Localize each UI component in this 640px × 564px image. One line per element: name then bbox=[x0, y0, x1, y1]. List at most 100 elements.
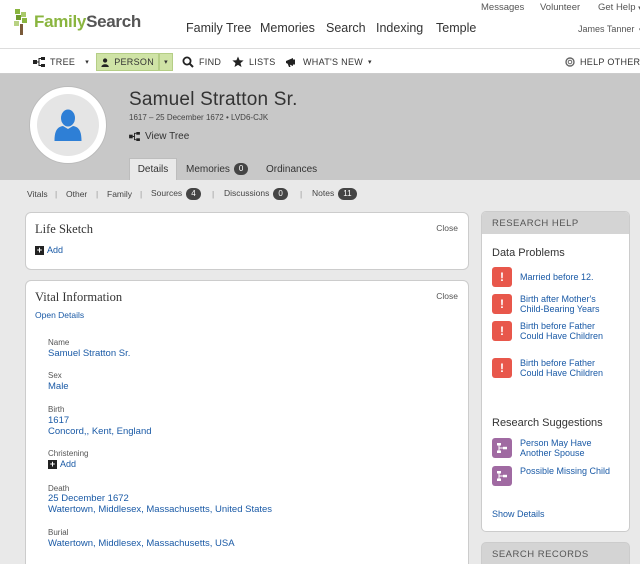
nav-family-tree[interactable]: Family Tree bbox=[186, 21, 251, 35]
data-problem-text: Birth before Father Could Have Children bbox=[520, 358, 604, 378]
subnav-vitals[interactable]: Vitals bbox=[27, 189, 48, 199]
subnav-label: Notes bbox=[312, 188, 335, 198]
count-badge: 0 bbox=[273, 188, 288, 200]
data-problem-item[interactable]: ! Married before 12. bbox=[492, 267, 620, 287]
sex-value[interactable]: Male bbox=[48, 381, 69, 392]
tab-memories[interactable]: Memories 0 bbox=[186, 158, 249, 180]
data-problem-text: Birth before Father Could Have Children bbox=[520, 321, 604, 341]
get-help-link[interactable]: Get Help ▾ bbox=[598, 2, 640, 13]
volunteer-link[interactable]: Volunteer bbox=[540, 2, 580, 13]
tab-label: Memories bbox=[186, 163, 230, 175]
find-button[interactable]: FIND bbox=[182, 53, 221, 71]
close-button[interactable]: Close bbox=[436, 223, 458, 233]
view-tree-link[interactable]: View Tree bbox=[129, 131, 189, 142]
person-dropdown-button[interactable]: ▾ bbox=[159, 53, 173, 71]
exclamation-icon: ! bbox=[492, 294, 512, 314]
data-problem-item[interactable]: ! Birth after Mother's Child-Bearing Yea… bbox=[492, 294, 620, 314]
card-title: Life Sketch bbox=[35, 222, 93, 236]
megaphone-icon bbox=[286, 57, 295, 67]
data-problems-title: Data Problems bbox=[492, 247, 565, 259]
pedigree-icon bbox=[492, 466, 512, 486]
research-help-panel: RESEARCH HELP Data Problems ! Married be… bbox=[481, 211, 630, 532]
tree-label: TREE bbox=[50, 57, 76, 67]
count-badge: 11 bbox=[338, 188, 357, 200]
tab-ordinances[interactable]: Ordinances bbox=[266, 158, 317, 180]
count-badge: 4 bbox=[186, 188, 201, 200]
open-details-link[interactable]: Open Details bbox=[35, 310, 84, 320]
research-suggestion-item[interactable]: Person May Have Another Spouse bbox=[492, 438, 620, 458]
name-label: Name bbox=[48, 338, 70, 347]
subnav-sources[interactable]: Sources 4 bbox=[151, 188, 201, 200]
burial-label: Burial bbox=[48, 528, 69, 537]
person-dates-id: 1617 – 25 December 1672 • LVD6-CJK bbox=[129, 113, 269, 122]
death-label: Death bbox=[48, 484, 70, 493]
subnav-notes[interactable]: Notes 11 bbox=[312, 188, 357, 200]
separator: | bbox=[140, 189, 143, 199]
male-silhouette-icon bbox=[54, 109, 82, 141]
person-menu-button[interactable]: PERSON bbox=[96, 53, 159, 71]
tree-logo-icon bbox=[14, 9, 27, 35]
subnav-family[interactable]: Family bbox=[107, 189, 132, 199]
research-suggestion-item[interactable]: Possible Missing Child bbox=[492, 466, 620, 486]
show-details-link[interactable]: Show Details bbox=[492, 509, 545, 519]
add-christening-button[interactable]: + Add bbox=[48, 459, 76, 469]
add-label: Add bbox=[60, 459, 77, 469]
research-help-header: RESEARCH HELP bbox=[482, 212, 629, 234]
birth-date[interactable]: 1617 bbox=[48, 415, 69, 426]
separator: | bbox=[300, 189, 303, 199]
exclamation-icon: ! bbox=[492, 321, 512, 341]
find-label: FIND bbox=[199, 57, 222, 67]
tab-label: Ordinances bbox=[266, 163, 318, 175]
death-place[interactable]: Watertown, Middlesex, Massachusetts, Uni… bbox=[48, 504, 272, 515]
tree-menu-button[interactable]: TREE ▾ bbox=[33, 53, 89, 71]
research-suggestion-text: Possible Missing Child bbox=[520, 466, 611, 476]
birth-place[interactable]: Concord,, Kent, England bbox=[48, 426, 152, 437]
burial-place[interactable]: Watertown, Middlesex, Massachusetts, USA bbox=[48, 538, 235, 549]
subnav-other[interactable]: Other bbox=[66, 189, 87, 199]
help-others-button[interactable]: HELP OTHERS bbox=[565, 53, 640, 71]
view-tree-label: View Tree bbox=[145, 131, 190, 142]
separator: | bbox=[212, 189, 215, 199]
plus-icon: + bbox=[35, 244, 44, 255]
card-title: Vital Information bbox=[35, 290, 123, 304]
add-life-sketch-button[interactable]: + Add bbox=[35, 245, 63, 255]
familysearch-logo[interactable]: FamilySearch bbox=[13, 9, 141, 35]
tab-label: Details bbox=[137, 164, 169, 175]
search-records-panel[interactable]: SEARCH RECORDS bbox=[481, 542, 630, 564]
name-value[interactable]: Samuel Stratton Sr. bbox=[48, 348, 130, 359]
search-records-header: SEARCH RECORDS bbox=[492, 549, 589, 560]
user-menu[interactable]: James Tanner ▾ bbox=[578, 24, 640, 34]
research-suggestions-title: Research Suggestions bbox=[492, 417, 603, 429]
data-problem-text: Birth after Mother's Child-Bearing Years bbox=[520, 294, 600, 314]
help-others-label: HELP OTHERS bbox=[580, 57, 640, 67]
magnifier-icon bbox=[182, 56, 194, 68]
sex-label: Sex bbox=[48, 371, 62, 380]
user-name: James Tanner bbox=[578, 24, 635, 34]
nav-search[interactable]: Search bbox=[326, 21, 366, 35]
subnav-label: Sources bbox=[151, 188, 183, 198]
logo-wordmark: FamilySearch bbox=[34, 12, 141, 31]
lifebuoy-icon bbox=[565, 57, 575, 67]
nav-indexing[interactable]: Indexing bbox=[376, 21, 423, 35]
tab-details[interactable]: Details bbox=[129, 158, 177, 180]
messages-link[interactable]: Messages bbox=[481, 2, 524, 13]
exclamation-icon: ! bbox=[492, 267, 512, 287]
close-button[interactable]: Close bbox=[436, 291, 458, 301]
subnav-discussions[interactable]: Discussions 0 bbox=[224, 188, 288, 200]
count-badge: 0 bbox=[233, 163, 249, 175]
nav-memories[interactable]: Memories bbox=[260, 21, 315, 35]
whats-new-button[interactable]: WHAT'S NEW ▾ bbox=[285, 53, 372, 71]
nav-temple[interactable]: Temple bbox=[436, 21, 476, 35]
death-date[interactable]: 25 December 1672 bbox=[48, 493, 129, 504]
lists-button[interactable]: LISTS bbox=[232, 53, 276, 71]
data-problem-item[interactable]: ! Birth before Father Could Have Childre… bbox=[492, 321, 620, 341]
life-sketch-card: Life Sketch Close + Add bbox=[25, 212, 469, 270]
chevron-down-icon: ▾ bbox=[164, 59, 168, 66]
vital-information-card: Vital Information Close Open Details Nam… bbox=[25, 280, 469, 564]
family-tree-toolbar: TREE ▾ PERSON ▾ FIND LISTS WHAT'S NEW ▾ bbox=[0, 48, 640, 74]
avatar[interactable] bbox=[29, 86, 107, 164]
christening-label: Christening bbox=[48, 449, 89, 458]
person-label: PERSON bbox=[114, 57, 154, 67]
subnav-label: Discussions bbox=[224, 188, 270, 198]
data-problem-item[interactable]: ! Birth before Father Could Have Childre… bbox=[492, 358, 620, 378]
